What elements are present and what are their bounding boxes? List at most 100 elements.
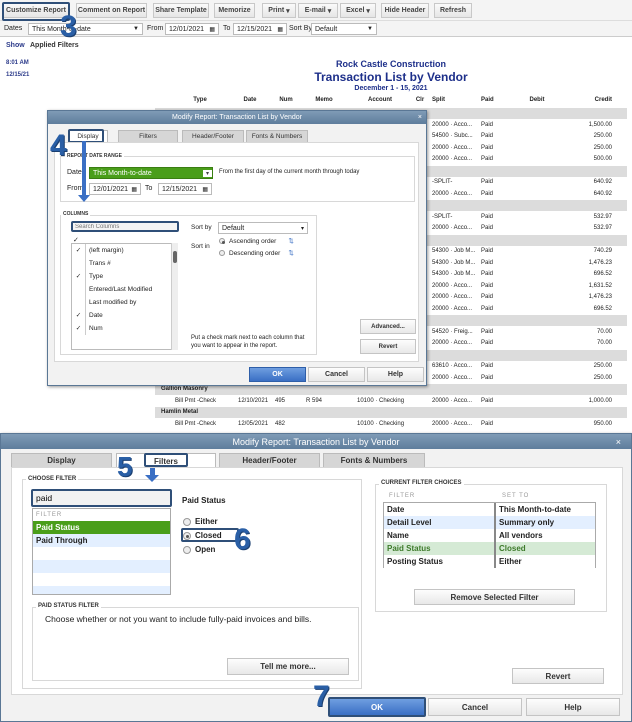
filter-value: Closed xyxy=(499,544,526,553)
ascending-radio[interactable]: Ascending order ⇅ xyxy=(219,237,294,245)
search-columns-input[interactable] xyxy=(71,221,179,232)
close-icon[interactable]: × xyxy=(418,114,422,121)
current-filter-row[interactable]: Paid Status Closed xyxy=(384,542,595,555)
help-button[interactable]: Help xyxy=(367,367,424,382)
revert-button[interactable]: Revert xyxy=(360,339,416,354)
from-date-input[interactable]: 12/01/2021 ▦ xyxy=(89,183,141,195)
column-header-date[interactable]: Date xyxy=(230,97,270,103)
column-list-item[interactable]: ✓ Num xyxy=(72,322,177,335)
tab-header-footer[interactable]: Header/Footer xyxy=(182,130,244,142)
current-filter-row[interactable]: Detail Level Summary only xyxy=(384,516,595,529)
column-header-type[interactable]: Type xyxy=(180,97,220,103)
columns-label: COLUMNS xyxy=(61,211,91,217)
help-button[interactable]: Help xyxy=(526,698,620,716)
cell-credit: 1,000.00 xyxy=(588,397,612,404)
column-header-memo[interactable]: Memo xyxy=(304,97,344,103)
cell-paid: Paid xyxy=(481,133,494,139)
table-row[interactable]: Bill Pmt -Check 12/10/2021 495 R 594 10100 ·… xyxy=(155,396,627,407)
filter-item-paid-through[interactable]: Paid Through xyxy=(33,534,170,547)
current-filter-table[interactable]: Date This Month-to-date Detail Level Summar… xyxy=(383,502,596,568)
column-header-paid[interactable]: Paid xyxy=(481,97,521,103)
report-column-headers: Type Date Num Memo Account Clr Split Paid Debit C… xyxy=(155,96,627,107)
cell-credit: 1,631.52 xyxy=(588,282,612,289)
comment-on-report-button[interactable]: Comment on Report xyxy=(76,3,147,18)
cell-num: 482 xyxy=(275,420,286,427)
memorize-button[interactable]: Memorize xyxy=(214,3,255,18)
applied-filters-link[interactable]: Applied Filters xyxy=(30,42,79,49)
column-header-debit[interactable]: Debit xyxy=(517,97,557,103)
cell-type: Bill Pmt -Check xyxy=(175,397,217,404)
tell-me-more-button[interactable]: Tell me more... xyxy=(227,658,349,675)
column-list-item[interactable]: Last modified by xyxy=(72,296,177,309)
advanced-button[interactable]: Advanced... xyxy=(360,319,416,334)
to-date-input[interactable]: 12/15/2021 ▦ xyxy=(233,23,287,35)
column-list-item[interactable]: ✓ Date xyxy=(72,309,177,322)
sort-descending-icon: ⇅ xyxy=(288,250,294,257)
tab-fonts-numbers[interactable]: Fonts & Numbers xyxy=(246,130,308,142)
table-row[interactable]: Bill Pmt -Check 12/05/2021 482 10100 · Chec… xyxy=(155,419,627,430)
cancel-button[interactable]: Cancel xyxy=(308,367,365,382)
filter-name: Posting Status xyxy=(384,555,496,568)
show-link[interactable]: Show xyxy=(6,42,25,49)
dates-select[interactable]: This Month-to-date ▾ xyxy=(89,167,213,179)
current-filter-row[interactable]: Name All vendors xyxy=(384,529,595,542)
hide-header-button[interactable]: Hide Header xyxy=(381,3,429,18)
report-date-range-group xyxy=(60,156,415,202)
revert-button[interactable]: Revert xyxy=(512,668,604,684)
calendar-icon: ▦ xyxy=(209,26,215,33)
column-list-item[interactable]: Trans # xyxy=(72,257,177,270)
tab-fonts-numbers[interactable]: Fonts & Numbers xyxy=(323,453,425,467)
filter-search-input[interactable] xyxy=(31,489,172,507)
from-date-input[interactable]: 12/01/2021 ▦ xyxy=(165,23,219,35)
radio-icon xyxy=(219,250,225,257)
descending-radio[interactable]: Descending order ⇅ xyxy=(219,249,294,257)
step-5-label: 5 xyxy=(117,451,133,482)
email-button[interactable]: E-mail ▾ xyxy=(298,3,338,18)
tab-header-footer[interactable]: Header/Footer xyxy=(219,453,320,467)
excel-button[interactable]: Excel ▾ xyxy=(340,3,376,18)
sortby-select[interactable]: Default ▼ xyxy=(311,23,377,35)
column-header-account[interactable]: Account xyxy=(360,97,400,103)
cell-paid: Paid xyxy=(481,328,494,335)
arrow-down-icon xyxy=(82,141,86,196)
dates-select[interactable]: This Month-to-date ▼ xyxy=(28,23,143,35)
current-filter-row[interactable]: Date This Month-to-date xyxy=(384,503,595,516)
chevron-down-icon: ▾ xyxy=(203,169,212,177)
filter-list[interactable]: FILTER Paid Status Paid Through xyxy=(32,508,171,595)
column-list-item[interactable]: ✓ Type xyxy=(72,270,177,283)
cell-credit: 696.52 xyxy=(593,305,612,312)
filter-list-empty-row xyxy=(33,586,170,594)
tab-filters[interactable]: Filters xyxy=(118,130,178,142)
columns-scrollbar[interactable] xyxy=(171,243,178,350)
from-value: 12/01/2021 xyxy=(169,25,205,33)
column-header-num[interactable]: Num xyxy=(266,97,306,103)
checkmark-icon xyxy=(72,296,86,309)
scroll-thumb[interactable] xyxy=(173,251,177,263)
column-header-split[interactable]: Split xyxy=(432,97,472,103)
filter-item-paid-status[interactable]: Paid Status xyxy=(33,521,170,534)
sortby-select[interactable]: Default ▾ xyxy=(218,222,308,234)
current-filter-row[interactable]: Posting Status Either xyxy=(384,555,595,568)
tab-display[interactable]: Display xyxy=(11,453,112,467)
ok-button[interactable]: OK xyxy=(249,367,306,382)
either-radio[interactable]: Either xyxy=(183,517,218,526)
close-icon[interactable]: × xyxy=(616,437,621,447)
column-list-item[interactable]: ✓ (left margin) xyxy=(72,244,177,257)
cell-paid: Paid xyxy=(481,340,494,346)
refresh-button[interactable]: Refresh xyxy=(434,3,472,18)
arrow-head xyxy=(145,475,159,482)
column-header-credit[interactable]: Credit xyxy=(572,97,612,103)
sortby-label: Sort by xyxy=(191,224,212,231)
to-date-input[interactable]: 12/15/2021 ▦ xyxy=(158,183,212,195)
share-template-button[interactable]: Share Template xyxy=(153,3,209,18)
column-list-item[interactable]: Entered/Last Modified xyxy=(72,283,177,296)
filter-list-header: FILTER xyxy=(36,512,63,518)
remove-selected-filter-button[interactable]: Remove Selected Filter xyxy=(414,589,575,605)
paid-status-filter-label: PAID STATUS FILTER xyxy=(36,603,101,609)
open-radio[interactable]: Open xyxy=(183,545,215,554)
print-button[interactable]: Print ▾ xyxy=(262,3,296,18)
calendar-icon: ▦ xyxy=(131,186,137,193)
cancel-button[interactable]: Cancel xyxy=(428,698,522,716)
columns-list[interactable]: ✓ (left margin) Trans # ✓ Type Entered/Last M… xyxy=(71,243,178,350)
cell-credit: 696.52 xyxy=(593,271,612,277)
